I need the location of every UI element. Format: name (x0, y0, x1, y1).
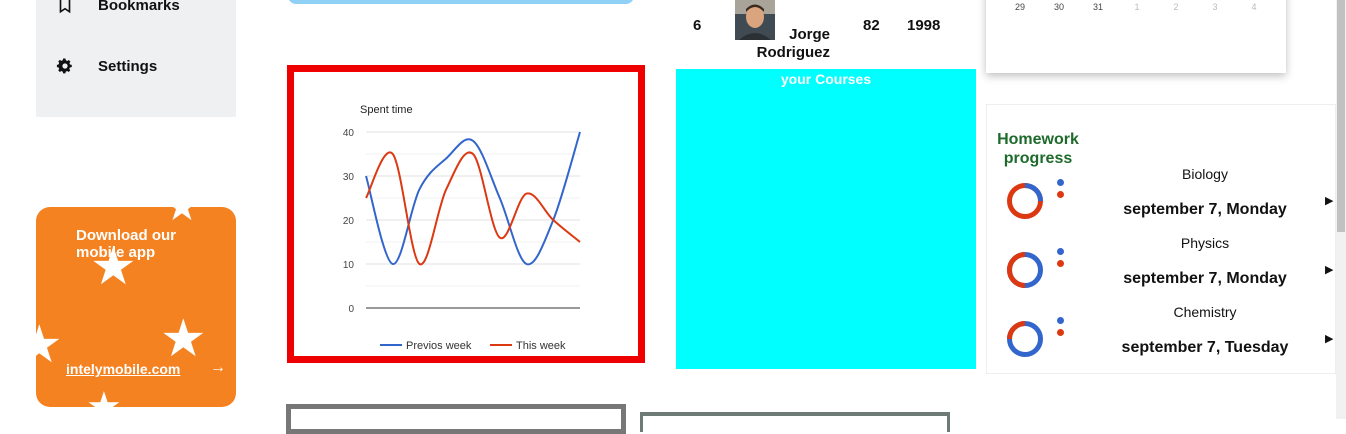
progress-donut (1007, 321, 1043, 357)
star-icon: ★ (160, 310, 207, 368)
bottom-card (286, 404, 626, 434)
calendar-day[interactable]: 4 (1244, 2, 1264, 12)
legend-dot (1057, 317, 1064, 324)
calendar-day[interactable]: 31 (1088, 2, 1108, 12)
promo-title: Download our mobile app (76, 227, 176, 261)
score-value: 82 (863, 17, 880, 34)
calendar-day[interactable]: 30 (1049, 2, 1069, 12)
homework-subject: Physics (1180, 235, 1230, 251)
bottom-card (640, 412, 950, 432)
y-tick-label: 20 (343, 216, 355, 227)
star-icon: ★ (36, 316, 63, 374)
courses-title: your Courses (780, 71, 872, 87)
progress-donut (1007, 183, 1043, 219)
calendar-day[interactable]: 1 (1127, 2, 1147, 12)
legend-label[interactable]: Previos week (406, 340, 472, 352)
page-scrollbar[interactable] (1336, 0, 1346, 419)
spent-time-chart-card: Spent time 0 10 20 30 40 Previos week This we… (287, 65, 645, 363)
legend-dot (1057, 329, 1064, 336)
top-banner (288, 0, 634, 4)
y-tick-label: 0 (348, 304, 354, 315)
profile-name: Jorge Rodriguez (756, 26, 830, 61)
caret-right-icon[interactable]: ▶ (1325, 263, 1333, 276)
homework-title: Homework progress (997, 131, 1079, 167)
courses-panel: your Courses (676, 69, 976, 369)
homework-subject: Chemistry (1173, 304, 1237, 320)
sidebar-item-bookmarks[interactable]: Bookmarks (56, 0, 180, 14)
legend-dot (1057, 260, 1064, 267)
caret-right-icon[interactable]: ▶ (1325, 194, 1333, 207)
chart-title: Spent time (360, 104, 413, 116)
sidebar-item-label: Bookmarks (98, 0, 180, 14)
legend-dot (1057, 191, 1064, 198)
homework-progress-panel: Homework progress Biology september 7, M… (986, 104, 1336, 374)
rank-value: 6 (693, 17, 702, 34)
promo-link[interactable]: intelymobile.com (66, 361, 180, 377)
homework-date: september 7, Tuesday (1121, 339, 1289, 356)
progress-donut (1007, 252, 1043, 288)
series-line-this-week[interactable] (365, 151, 581, 266)
sidebar-item-settings[interactable]: Settings (56, 57, 157, 75)
calendar-widget: 29 30 31 1 2 3 4 (986, 0, 1286, 73)
chart-grid (366, 131, 580, 309)
arrow-right-icon[interactable]: → (210, 359, 226, 377)
gear-icon (56, 58, 72, 74)
sidebar-item-label: Settings (98, 57, 158, 75)
calendar-day[interactable]: 2 (1166, 2, 1186, 12)
legend-dot (1057, 179, 1064, 186)
legend-label[interactable]: This week (516, 340, 566, 352)
sidebar: Bookmarks Settings (36, 0, 236, 117)
scrollbar-thumb[interactable] (1337, 0, 1345, 232)
y-tick-label: 10 (343, 260, 355, 271)
legend-dot (1057, 248, 1064, 255)
chart-legend: Previos week This week (380, 340, 566, 352)
spent-time-chart: Spent time 0 10 20 30 40 Previos week This we… (343, 104, 581, 352)
caret-right-icon[interactable]: ▶ (1325, 332, 1333, 345)
y-tick-label: 30 (343, 172, 355, 183)
bookmark-icon (59, 0, 71, 14)
homework-subject: Biology (1182, 166, 1228, 182)
year-value: 1998 (907, 17, 941, 34)
homework-date: september 7, Monday (1123, 270, 1287, 287)
mobile-app-promo: ★ ★ ★ ★ ★ Download our mobile app intely… (36, 207, 236, 407)
star-icon: ★ (164, 207, 200, 229)
star-icon: ★ (86, 385, 122, 407)
calendar-day[interactable]: 29 (1010, 2, 1030, 12)
y-axis: 0 10 20 30 40 (343, 128, 355, 315)
y-tick-label: 40 (343, 128, 355, 139)
calendar-day[interactable]: 3 (1205, 2, 1225, 12)
homework-date: september 7, Monday (1123, 201, 1287, 218)
